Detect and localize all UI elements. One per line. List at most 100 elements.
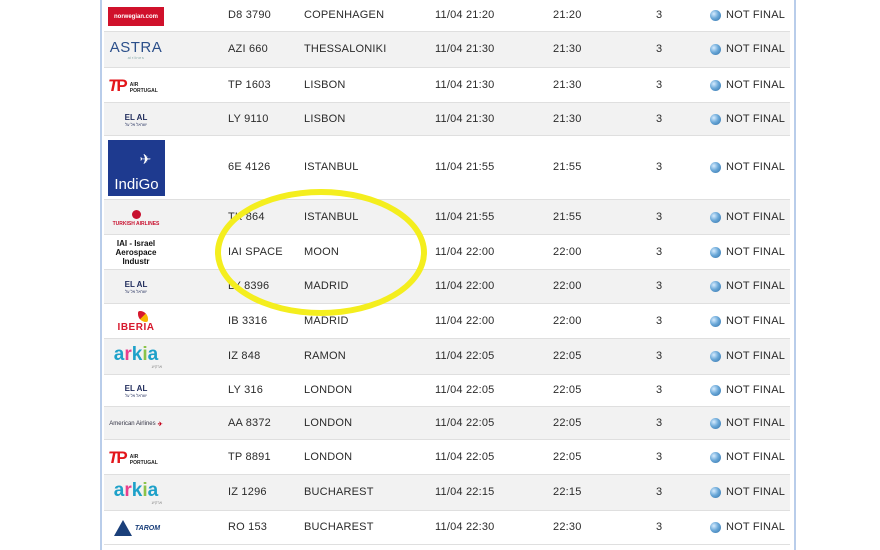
scheduled-time: 11/04 22:05 xyxy=(435,350,495,362)
iai-logo-text: IAI - Israel Aerospace Industr xyxy=(115,239,157,266)
flight-row: norwegian.com D8 3790 COPENHAGEN 11/04 21:2… xyxy=(104,0,790,32)
destination: LONDON xyxy=(304,417,353,429)
scheduled-time: 11/04 21:30 xyxy=(435,113,495,125)
flight-row: IBERIA IB 3316 MADRID 11/04 22:00 22:00 3 NOT … xyxy=(104,304,790,339)
logo-text: EL AL xyxy=(124,280,148,289)
status-text: NOT FINAL xyxy=(726,79,786,91)
globe-icon xyxy=(710,280,721,292)
globe-icon xyxy=(710,211,721,223)
flight-row: arkia ארקיע IZ 848 RAMON 11/04 22:05 22:05 3 NO… xyxy=(104,339,790,375)
tarom-emblem-icon xyxy=(113,520,132,536)
status: NOT FINAL xyxy=(710,43,785,55)
scheduled-time: 11/04 22:00 xyxy=(435,315,495,327)
turkish-emblem-icon xyxy=(131,209,141,219)
logo-subtext: ארקיע xyxy=(151,499,162,505)
terminal: 3 xyxy=(656,113,663,125)
globe-icon xyxy=(710,417,721,429)
destination: BUCHAREST xyxy=(304,486,374,498)
estimated-time: 21:30 xyxy=(553,43,582,55)
logo-text: TAROM xyxy=(134,524,161,532)
status: NOT FINAL xyxy=(710,113,785,125)
scheduled-time: 11/04 22:05 xyxy=(435,451,495,463)
flight-number: TK 864 xyxy=(228,211,265,223)
flight-row: EL AL ישראל אל על LY 9110 LISBON 11/04 21:30… xyxy=(104,103,790,136)
globe-icon xyxy=(710,161,721,173)
estimated-time: 21:30 xyxy=(553,113,582,125)
estimated-time: 22:05 xyxy=(553,417,582,429)
scheduled-time: 11/04 22:15 xyxy=(435,486,495,498)
logo-subtext: ישראל אל על xyxy=(125,393,147,398)
estimated-time: 21:20 xyxy=(553,9,582,21)
astra-logo: ASTRA airlines xyxy=(108,37,164,63)
estimated-time: 22:00 xyxy=(553,280,582,292)
logo-text: ASTRA xyxy=(109,39,163,56)
indigo-logo: ✈ IndiGo xyxy=(108,140,165,196)
globe-icon xyxy=(710,486,721,498)
destination: MOON xyxy=(304,246,340,258)
flight-number: AA 8372 xyxy=(228,417,271,429)
terminal: 3 xyxy=(656,350,663,362)
terminal: 3 xyxy=(656,417,663,429)
logo-subtext: ישראל אל על xyxy=(125,122,147,127)
terminal: 3 xyxy=(656,9,663,21)
destination: ISTANBUL xyxy=(304,161,359,173)
status: NOT FINAL xyxy=(710,350,785,362)
flight-row: ✈ IndiGo 6E 4126 ISTANBUL 11/04 21:55 21:55 3 N… xyxy=(104,136,790,200)
destination: LONDON xyxy=(304,384,353,396)
logo-wordmark: arkia xyxy=(113,481,159,501)
elal-logo: EL AL ישראל אל על xyxy=(108,382,164,400)
flight-number: IZ 1296 xyxy=(228,486,267,498)
estimated-time: 22:05 xyxy=(553,384,582,396)
scheduled-time: 11/04 22:05 xyxy=(435,384,495,396)
estimated-time: 22:30 xyxy=(553,521,582,533)
flight-row: TAROM RO 153 BUCHAREST 11/04 22:30 22:30 3 NOT… xyxy=(104,511,790,545)
logo-subtext: AIR PORTUGAL xyxy=(129,82,158,94)
globe-icon xyxy=(710,521,721,533)
destination: MADRID xyxy=(304,315,349,327)
status: NOT FINAL xyxy=(710,79,785,91)
flight-number: IZ 848 xyxy=(228,350,261,362)
terminal: 3 xyxy=(656,161,663,173)
logo-text: P xyxy=(116,76,128,95)
flight-number: LY 9110 xyxy=(228,113,269,125)
status-text: NOT FINAL xyxy=(726,161,786,173)
status-text: NOT FINAL xyxy=(726,211,786,223)
flight-row: T P AIR PORTUGAL TP 1603 LISBON 11/04 21:30 21… xyxy=(104,68,790,103)
scheduled-time: 11/04 21:55 xyxy=(435,211,495,223)
terminal: 3 xyxy=(656,384,663,396)
tap-logo: T P AIR PORTUGAL xyxy=(108,447,164,469)
status: NOT FINAL xyxy=(710,451,785,463)
terminal: 3 xyxy=(656,79,663,91)
logo-text: EL AL xyxy=(124,384,148,393)
flight-number: RO 153 xyxy=(228,521,268,533)
status: NOT FINAL xyxy=(710,9,785,21)
elal-logo: EL AL ישראל אל על xyxy=(108,111,164,129)
status-text: NOT FINAL xyxy=(726,43,786,55)
norwegian-logo: norwegian.com xyxy=(108,7,164,26)
estimated-time: 22:15 xyxy=(553,486,582,498)
destination: BUCHAREST xyxy=(304,521,374,533)
flight-number: IAI SPACE xyxy=(228,246,283,258)
flight-row: arkia ארקיע IZ 1296 BUCHAREST 11/04 22:15 22:… xyxy=(104,475,790,511)
flight-number: AZI 660 xyxy=(228,43,268,55)
destination: ISTANBUL xyxy=(304,211,359,223)
flight-number: 6E 4126 xyxy=(228,161,271,173)
globe-icon xyxy=(710,9,721,21)
status-text: NOT FINAL xyxy=(726,521,786,533)
terminal: 3 xyxy=(656,43,663,55)
status: NOT FINAL xyxy=(710,280,785,292)
flight-row: ASTRA airlines AZI 660 THESSALONIKI 11/04 21… xyxy=(104,32,790,68)
status-text: NOT FINAL xyxy=(726,246,786,258)
scheduled-time: 11/04 22:00 xyxy=(435,280,495,292)
flight-number: LY 8396 xyxy=(228,280,270,292)
scheduled-time: 11/04 21:30 xyxy=(435,79,495,91)
logo-text: P xyxy=(116,448,128,467)
scheduled-time: 11/04 22:30 xyxy=(435,521,495,533)
status: NOT FINAL xyxy=(710,211,785,223)
flight-number: D8 3790 xyxy=(228,9,271,21)
globe-icon xyxy=(710,350,721,362)
status-text: NOT FINAL xyxy=(726,315,786,327)
tap-logo: T P AIR PORTUGAL xyxy=(108,75,164,97)
flight-number: LY 316 xyxy=(228,384,264,396)
terminal: 3 xyxy=(656,211,663,223)
